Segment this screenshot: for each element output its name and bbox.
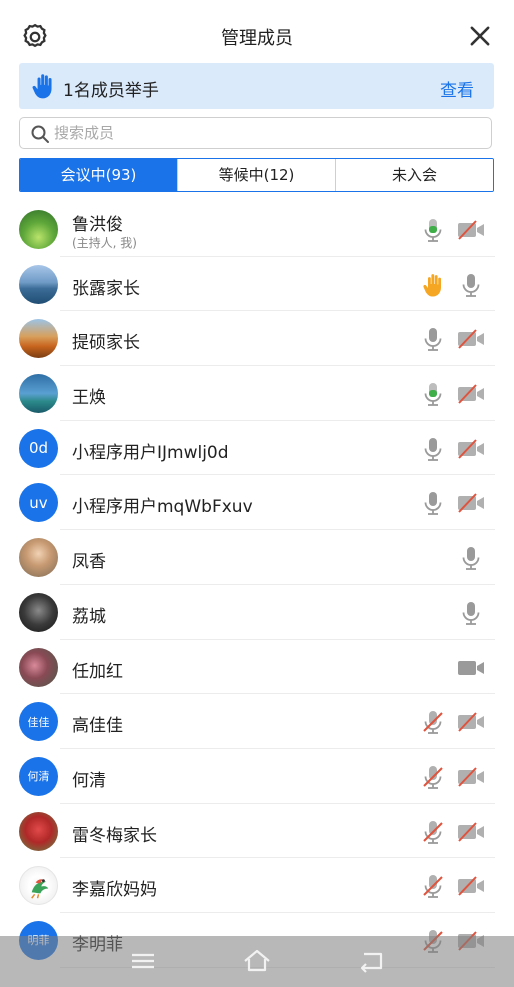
raise-hand-icon [422, 272, 446, 298]
mic-active-icon[interactable] [420, 381, 446, 407]
avatar [19, 592, 58, 632]
camera-off-icon[interactable] [456, 873, 486, 899]
camera-off-icon[interactable] [456, 381, 486, 407]
view-raised-hands-button[interactable]: 查看 [440, 76, 474, 101]
member-name: 李嘉欣妈妈 [72, 880, 157, 901]
camera-off-icon[interactable] [456, 764, 486, 790]
header: 管理成员 [0, 0, 514, 62]
camera-off-icon[interactable] [456, 326, 486, 352]
member-name: 提硕家长 [72, 333, 140, 354]
mic-icon[interactable] [420, 326, 446, 352]
tab-waiting[interactable]: 等候中(12) [177, 159, 335, 191]
member-name: 王焕 [72, 388, 106, 409]
raise-hand-icon [32, 74, 52, 99]
member-name: 荔城 [72, 606, 106, 627]
home-icon[interactable] [242, 948, 272, 974]
camera-off-icon[interactable] [456, 436, 486, 462]
list-item[interactable]: 凤香 [0, 530, 514, 585]
camera-off-icon[interactable] [456, 490, 486, 516]
camera-off-icon[interactable] [456, 217, 486, 243]
member-tabs: 会议中(93) 等候中(12) 未入会 [19, 158, 494, 192]
member-name: 小程序用户mqWbFxuv [72, 497, 253, 518]
list-item[interactable]: 任加红 [0, 640, 514, 695]
list-item[interactable]: 佳佳 高佳佳 [0, 694, 514, 749]
system-navigation-bar [0, 936, 514, 987]
raise-hand-text: 1名成员举手 [63, 81, 159, 101]
member-name: 小程序用户IJmwlj0d [72, 442, 229, 463]
list-item[interactable]: 0d 小程序用户IJmwlj0d [0, 421, 514, 476]
list-item[interactable]: 鲁洪俊 (主持人, 我) [0, 202, 514, 257]
mic-muted-icon[interactable] [420, 709, 446, 735]
mic-active-icon[interactable] [420, 217, 446, 243]
avatar: 佳佳 [19, 702, 58, 742]
tab-in-meeting[interactable]: 会议中(93) [20, 159, 177, 191]
member-role: (主持人, 我) [72, 236, 137, 250]
camera-off-icon[interactable] [456, 709, 486, 735]
avatar: 0d [19, 428, 58, 468]
list-item[interactable]: 荔城 [0, 585, 514, 640]
mic-muted-icon[interactable] [420, 764, 446, 790]
avatar [19, 374, 58, 414]
camera-off-icon[interactable] [456, 819, 486, 845]
page-title: 管理成员 [221, 28, 293, 49]
member-list: 鲁洪俊 (主持人, 我) 张露家长 提硕家长 王焕 0d 小程序用户IJmwlj… [0, 202, 514, 968]
avatar [19, 538, 58, 578]
list-item[interactable]: uv 小程序用户mqWbFxuv [0, 475, 514, 531]
avatar: 何清 [19, 756, 58, 796]
list-item[interactable]: 李嘉欣妈妈 [0, 858, 514, 913]
list-item[interactable]: 提硕家长 [0, 311, 514, 367]
avatar [19, 210, 58, 249]
camera-icon[interactable] [456, 655, 486, 681]
mic-icon[interactable] [458, 600, 484, 626]
mic-icon[interactable] [458, 272, 484, 298]
avatar [19, 811, 58, 851]
list-item[interactable]: 张露家长 [0, 257, 514, 312]
member-name: 高佳佳 [72, 716, 123, 737]
back-icon[interactable] [356, 948, 386, 974]
search-icon [31, 125, 49, 143]
search-box [19, 117, 492, 149]
avatar [19, 866, 58, 906]
member-name: 雷冬梅家长 [72, 825, 157, 846]
avatar: uv [19, 483, 58, 523]
member-name: 凤香 [72, 552, 106, 573]
mic-muted-icon[interactable] [420, 873, 446, 899]
mic-icon[interactable] [420, 490, 446, 516]
list-item[interactable]: 雷冬梅家长 [0, 804, 514, 859]
mic-muted-icon[interactable] [420, 819, 446, 845]
member-name: 何清 [72, 770, 106, 791]
avatar [19, 647, 58, 687]
avatar [19, 319, 58, 359]
tab-not-joined[interactable]: 未入会 [335, 159, 493, 191]
avatar [19, 264, 58, 304]
member-name: 任加红 [72, 661, 123, 682]
menu-icon[interactable] [128, 948, 158, 974]
member-name: 鲁洪俊 [72, 215, 123, 235]
list-item[interactable]: 王焕 [0, 366, 514, 421]
close-icon[interactable] [466, 22, 494, 50]
list-item[interactable]: 何清 何清 [0, 749, 514, 804]
search-input[interactable] [54, 122, 474, 144]
member-name: 张露家长 [72, 278, 140, 299]
raise-hand-banner: 1名成员举手 查看 [19, 63, 494, 109]
mic-icon[interactable] [458, 545, 484, 571]
mic-icon[interactable] [420, 436, 446, 462]
bird-logo-icon [31, 879, 49, 899]
